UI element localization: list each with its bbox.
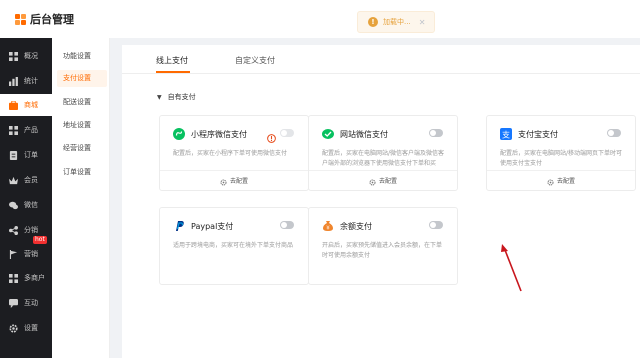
shop-icon [9, 100, 18, 110]
top-bar: 后台管理 ! 加载中... ✕ [0, 0, 640, 38]
sidebar-item-label: 设置 [24, 324, 38, 332]
submenu: 功能设置 支付设置 配送设置 地址设置 经营设置 订单设置 [52, 38, 110, 358]
chat-icon [9, 298, 18, 308]
close-icon[interactable]: ✕ [419, 18, 426, 27]
store-icon [9, 273, 18, 283]
sidebar-item-label: 商城 [24, 101, 38, 109]
annotation-arrow [501, 244, 522, 292]
sidebar-item-label: 营销 [24, 250, 38, 258]
sidebar-item-overview[interactable]: 概况 [0, 45, 52, 67]
order-icon [9, 150, 18, 160]
sidebar-item-label: 分销 [24, 226, 38, 234]
submenu-item-business[interactable]: 经营设置 [57, 140, 107, 157]
chart-icon [9, 51, 18, 61]
sidebar-item-interaction[interactable]: 互动 [0, 292, 52, 314]
sidebar-item-wechat[interactable]: 微信 [0, 194, 52, 216]
sidebar-item-label: 订单 [24, 151, 38, 159]
sidebar-item-label: 统计 [24, 77, 38, 85]
app-title: 后台管理 [30, 13, 74, 26]
sidebar-item-label: 多商户 [24, 274, 45, 282]
submenu-item-function[interactable]: 功能设置 [57, 48, 107, 65]
bar-chart-icon [9, 76, 18, 86]
sidebar-item-label: 微信 [24, 201, 38, 209]
sidebar-item-orders[interactable]: 订单 [0, 144, 52, 166]
sidebar-item-multi-merchant[interactable]: 多商户 [0, 267, 52, 289]
hot-badge: hot [33, 236, 47, 244]
flag-icon [9, 249, 18, 259]
gear-icon [9, 323, 18, 333]
sidebar-item-stats[interactable]: 统计 [0, 70, 52, 92]
sidebar: 概况 统计 商城 产品 订单 会员 微信 分销 营销 多商户 互动 设置 [0, 38, 52, 358]
sidebar-item-settings[interactable]: 设置 [0, 317, 52, 339]
loading-toast: ! 加载中... ✕ [357, 11, 435, 33]
submenu-item-delivery[interactable]: 配送设置 [57, 94, 107, 111]
logo-icon [15, 13, 26, 25]
share-icon [9, 225, 18, 235]
main-panel: 线上支付 自定义支付 ▼ 自有支付 小程序微信支付 配置后，买家在小程序下单可使… [122, 45, 640, 358]
sidebar-item-shop[interactable]: 商城 [0, 94, 52, 116]
grid-icon [9, 125, 18, 135]
crown-icon [9, 176, 18, 185]
sidebar-item-members[interactable]: 会员 [0, 169, 52, 191]
wechat-icon [9, 201, 18, 210]
submenu-item-address[interactable]: 地址设置 [57, 117, 107, 134]
sidebar-item-label: 产品 [24, 126, 38, 134]
info-icon: ! [368, 17, 378, 27]
submenu-item-payment[interactable]: 支付设置 [57, 70, 107, 87]
toast-text: 加载中... [383, 18, 411, 26]
submenu-item-order[interactable]: 订单设置 [57, 164, 107, 181]
sidebar-item-products[interactable]: 产品 [0, 119, 52, 141]
sidebar-item-label: 互动 [24, 299, 38, 307]
sidebar-item-label: 会员 [24, 176, 38, 184]
sidebar-item-marketing[interactable]: 营销 [0, 243, 52, 265]
logo[interactable]: 后台管理 [15, 11, 74, 27]
sidebar-item-label: 概况 [24, 52, 38, 60]
